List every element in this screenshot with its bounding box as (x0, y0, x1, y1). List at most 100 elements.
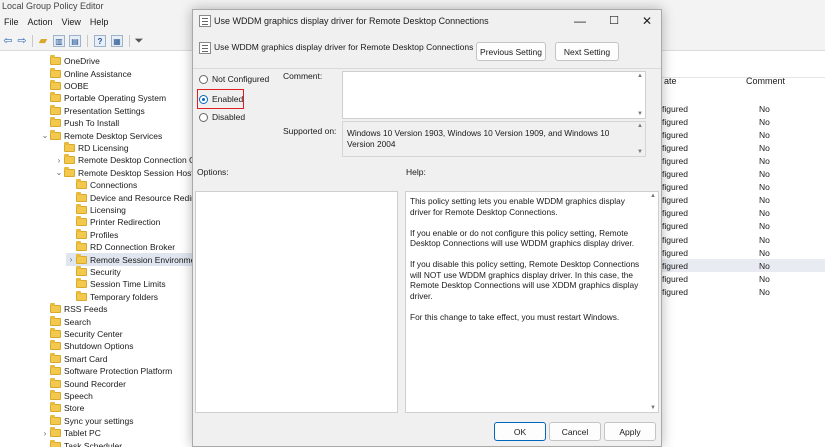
tree-item[interactable]: Smart Card (40, 352, 107, 365)
show-hide-tree-icon[interactable]: ▥ (53, 35, 65, 47)
table-row[interactable]: figured No (662, 246, 825, 259)
table-row[interactable]: figured No (662, 102, 825, 115)
back-arrow-icon[interactable]: ⇦ (2, 35, 14, 47)
tree-item[interactable]: Task Scheduler (40, 439, 122, 447)
chevron-down-icon[interactable]: ⌄ (40, 131, 50, 140)
table-row[interactable]: figured No (662, 233, 825, 246)
table-row[interactable]: figured No (662, 194, 825, 207)
tree-item[interactable]: Temporary folders (66, 290, 158, 303)
tree-item[interactable]: Online Assistance (40, 67, 132, 79)
column-state[interactable]: ate (664, 76, 677, 86)
column-comment[interactable]: Comment (746, 76, 785, 86)
tree-item[interactable]: Presentation Settings (40, 104, 145, 117)
scroll-up-icon[interactable]: ▲ (636, 73, 644, 79)
scroll-up-icon[interactable]: ▲ (636, 123, 644, 129)
tree-item[interactable]: RD Licensing (54, 141, 129, 154)
folder-icon (50, 327, 61, 338)
row-comment: No (759, 260, 770, 271)
scroll-down-icon[interactable]: ▼ (636, 149, 644, 155)
table-row[interactable]: figured No (662, 285, 825, 298)
table-row[interactable]: figured No (662, 154, 825, 167)
chevron-right-icon[interactable]: › (54, 156, 64, 165)
table-row[interactable]: figured No (662, 272, 825, 285)
not-configured-radio[interactable] (199, 74, 208, 84)
tree-item[interactable]: Sound Recorder (40, 377, 126, 389)
table-row[interactable]: figured No (662, 220, 825, 233)
tree-item[interactable]: Session Time Limits (66, 278, 166, 290)
disabled-option[interactable]: Disabled (199, 110, 245, 124)
close-icon[interactable]: ✕ (637, 14, 657, 28)
ok-button[interactable]: OK (494, 422, 546, 441)
scroll-down-icon[interactable]: ▼ (636, 111, 644, 117)
table-row[interactable]: figured No (662, 181, 825, 194)
tree-item[interactable]: Software Protection Platform (40, 365, 172, 377)
tree-item[interactable]: › Tablet PC (40, 427, 101, 439)
tree-item[interactable]: Push To Install (40, 117, 119, 129)
settings-list-pane: ate Comment figured No figured No figured No f… (662, 52, 825, 447)
tree-item[interactable]: Security (66, 265, 121, 278)
tree-item[interactable]: › Remote Desktop Connection C (54, 154, 192, 166)
menu-view[interactable]: View (58, 15, 86, 31)
scroll-up-icon[interactable]: ▲ (649, 193, 657, 199)
tree-item[interactable]: Device and Resource Redir (66, 191, 192, 203)
tree-item[interactable]: Sync your settings (40, 414, 133, 427)
tree-item[interactable]: RSS Feeds (40, 303, 107, 315)
next-setting-button[interactable]: Next Setting (555, 42, 619, 61)
tree-item-label: Search (64, 316, 91, 327)
previous-setting-button[interactable]: Previous Setting (476, 42, 546, 61)
disabled-radio[interactable] (199, 112, 208, 122)
not-configured-label: Not Configured (212, 74, 270, 84)
menu-help[interactable]: Help (86, 15, 114, 31)
table-row[interactable]: figured No (662, 128, 825, 141)
row-comment: No (759, 208, 770, 219)
chevron-right-icon[interactable]: › (66, 255, 76, 264)
export-list-icon[interactable]: ▤ (69, 35, 81, 47)
table-row[interactable]: figured No (662, 207, 825, 220)
enabled-option[interactable]: Enabled (199, 92, 243, 106)
apply-button[interactable]: Apply (604, 422, 656, 441)
tree-item[interactable]: ⌄ Remote Desktop Services (40, 129, 162, 141)
row-comment: No (759, 129, 770, 140)
table-row[interactable]: figured No (662, 168, 825, 181)
chevron-down-icon[interactable]: ⌄ (54, 168, 64, 177)
tree-item[interactable]: RD Connection Broker (66, 241, 175, 253)
minimize-icon[interactable]: — (570, 14, 590, 28)
menu-action[interactable]: Action (24, 15, 58, 31)
tree-item[interactable]: Connections (66, 179, 137, 191)
filter-icon[interactable]: ⏷ (133, 35, 145, 47)
properties-icon[interactable]: ▦ (111, 35, 123, 47)
tree-item[interactable]: Portable Operating System (40, 92, 166, 104)
tree-item[interactable]: Shutdown Options (40, 340, 133, 352)
up-folder-icon[interactable]: ▰ (37, 35, 49, 47)
tree-item[interactable]: Profiles (66, 228, 118, 241)
table-row[interactable]: figured No (662, 115, 825, 128)
table-row[interactable]: figured No (662, 141, 825, 154)
maximize-icon[interactable]: ☐ (604, 14, 624, 28)
tree-item[interactable]: Licensing (66, 203, 126, 216)
forward-arrow-icon[interactable]: ⇨ (16, 35, 28, 47)
not-configured-option[interactable]: Not Configured (199, 72, 269, 86)
tree-item[interactable]: ⌄ Remote Desktop Session Host (54, 166, 192, 179)
help-icon[interactable]: ? (94, 35, 106, 47)
tree-item[interactable]: Security Center (40, 327, 123, 340)
help-scrollbar[interactable]: ▲ ▼ (648, 192, 658, 412)
tree-item[interactable]: › Remote Session Environme (66, 253, 192, 266)
enabled-radio[interactable] (199, 94, 208, 104)
tree-item[interactable]: Search (40, 315, 91, 327)
tree-item[interactable]: Speech (40, 389, 93, 402)
tree-item[interactable]: OneDrive (40, 55, 100, 67)
scroll-down-icon[interactable]: ▼ (649, 405, 657, 411)
table-row[interactable]: figured No (662, 259, 825, 273)
tree-item[interactable]: Printer Redirection (66, 216, 160, 228)
tree-item-label: Task Scheduler (64, 440, 123, 447)
toolbar-divider (32, 35, 33, 47)
row-comment: No (759, 234, 770, 245)
comment-field[interactable]: ▲ ▼ (342, 71, 646, 119)
tree-item[interactable]: OOBE (40, 79, 89, 92)
menu-file[interactable]: File (0, 15, 24, 31)
supported-on-scrollbar[interactable]: ▲ ▼ (635, 122, 645, 156)
cancel-button[interactable]: Cancel (549, 422, 601, 441)
chevron-right-icon[interactable]: › (40, 429, 50, 438)
comment-scrollbar[interactable]: ▲ ▼ (635, 72, 645, 118)
tree-item[interactable]: Store (40, 402, 84, 414)
